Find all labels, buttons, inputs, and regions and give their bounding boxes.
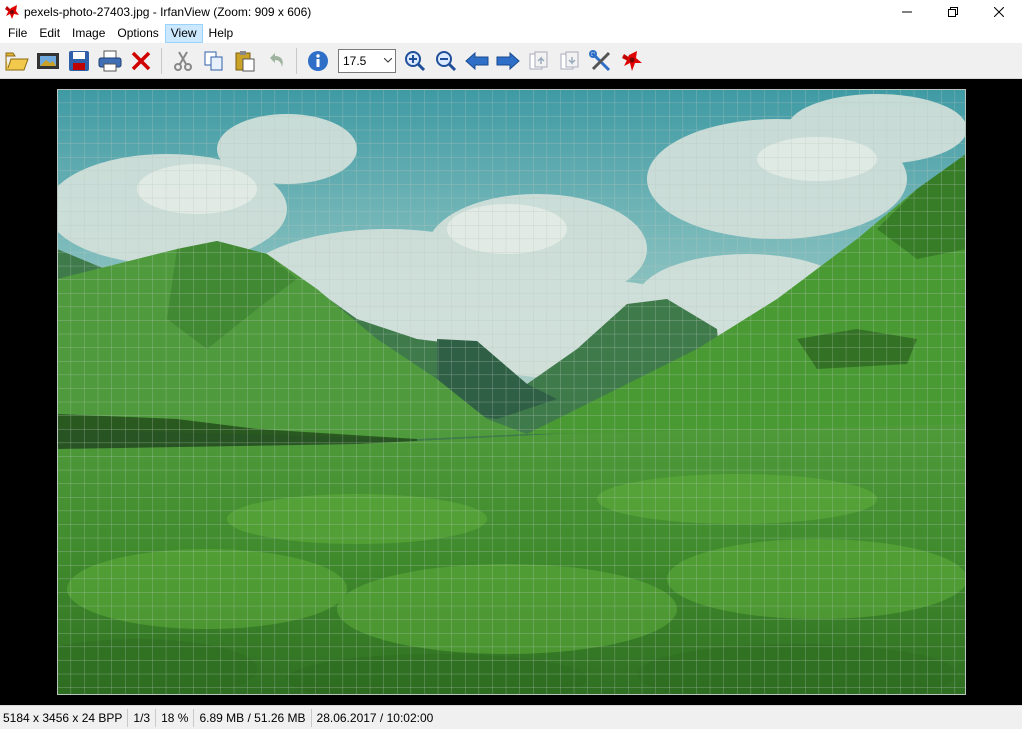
restore-icon bbox=[948, 6, 958, 17]
settings-icon bbox=[589, 49, 611, 71]
print-icon bbox=[98, 50, 122, 71]
first-page-icon bbox=[529, 51, 548, 69]
status-datetime: 28.06.2017 / 10:02:00 bbox=[316, 710, 434, 725]
restore-button[interactable] bbox=[930, 0, 976, 23]
displayed-image[interactable] bbox=[57, 89, 966, 695]
status-bar: 5184 x 3456 x 24 BPP 1/3 18 % 6.89 MB / … bbox=[0, 705, 1022, 729]
status-dimensions: 5184 x 3456 x 24 BPP bbox=[0, 708, 129, 727]
save-button[interactable] bbox=[64, 46, 94, 76]
status-file-size: 6.89 MB / 51.26 MB bbox=[194, 708, 312, 727]
last-page-icon bbox=[560, 51, 579, 69]
irfanview-logo-button[interactable] bbox=[617, 46, 647, 76]
slideshow-button[interactable] bbox=[33, 46, 63, 76]
cut-button[interactable] bbox=[168, 46, 198, 76]
zoom-in-button[interactable] bbox=[400, 46, 430, 76]
close-button[interactable] bbox=[976, 0, 1022, 23]
menu-options[interactable]: Options bbox=[111, 24, 164, 43]
menu-edit[interactable]: Edit bbox=[33, 24, 66, 43]
delete-icon bbox=[131, 51, 151, 70]
toolbar-separator bbox=[296, 47, 297, 74]
toolbar-separator bbox=[161, 47, 162, 74]
settings-button[interactable] bbox=[586, 46, 616, 76]
zoom-in-icon bbox=[405, 50, 426, 71]
open-button[interactable] bbox=[2, 46, 32, 76]
print-button[interactable] bbox=[95, 46, 125, 76]
irfanview-icon bbox=[622, 50, 642, 71]
menu-view[interactable]: View bbox=[164, 23, 203, 43]
copy-button[interactable] bbox=[199, 46, 229, 76]
open-icon bbox=[5, 52, 29, 70]
undo-icon bbox=[270, 52, 283, 67]
zoom-out-icon bbox=[436, 50, 457, 71]
window-title: pexels-photo-27403.jpg - IrfanView (Zoom… bbox=[24, 4, 312, 19]
last-page-button[interactable] bbox=[555, 46, 585, 76]
minimize-button[interactable] bbox=[884, 0, 930, 23]
next-icon bbox=[496, 51, 520, 70]
info-button[interactable] bbox=[303, 46, 333, 76]
paste-button[interactable] bbox=[230, 46, 260, 76]
image-viewport[interactable] bbox=[0, 80, 1022, 704]
previous-icon bbox=[465, 51, 489, 70]
delete-button[interactable] bbox=[126, 46, 156, 76]
previous-image-button[interactable] bbox=[462, 46, 492, 76]
status-zoom: 18 % bbox=[156, 708, 195, 727]
save-icon bbox=[69, 50, 89, 71]
chevron-down-icon bbox=[384, 58, 392, 63]
status-index: 1/3 bbox=[128, 708, 157, 727]
landscape-photo bbox=[57, 89, 966, 695]
zoom-dropdown[interactable]: 17.5 bbox=[338, 48, 396, 73]
zoom-value: 17.5 bbox=[343, 53, 367, 68]
menu-bar: File Edit Image Options View Help bbox=[0, 23, 1022, 43]
zoom-out-button[interactable] bbox=[431, 46, 461, 76]
menu-image[interactable]: Image bbox=[66, 24, 111, 43]
menu-file[interactable]: File bbox=[2, 24, 33, 43]
title-bar: pexels-photo-27403.jpg - IrfanView (Zoom… bbox=[0, 0, 1022, 23]
menu-help[interactable]: Help bbox=[203, 24, 240, 43]
slideshow-icon bbox=[37, 52, 59, 69]
info-icon bbox=[308, 50, 328, 71]
first-page-button[interactable] bbox=[524, 46, 554, 76]
copy-icon bbox=[204, 51, 223, 70]
toolbar: 17.5 bbox=[0, 43, 1022, 79]
irfanview-app-icon[interactable] bbox=[4, 4, 20, 20]
close-icon bbox=[994, 6, 1004, 17]
cut-icon bbox=[174, 50, 192, 71]
next-image-button[interactable] bbox=[493, 46, 523, 76]
undo-button[interactable] bbox=[261, 46, 291, 76]
minimize-icon bbox=[902, 11, 912, 12]
paste-icon bbox=[235, 50, 255, 71]
